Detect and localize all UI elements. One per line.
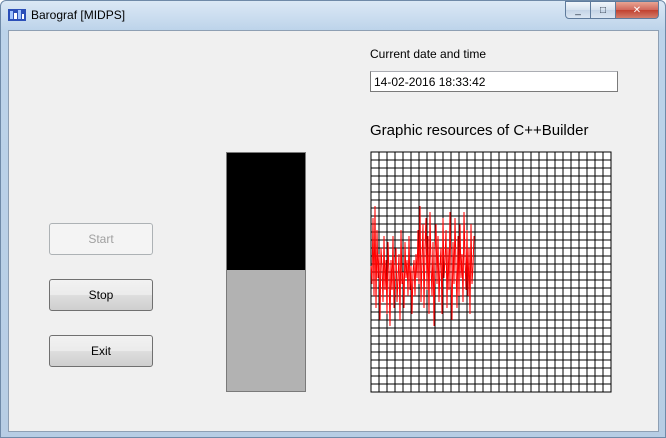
minimize-button[interactable]: _ bbox=[565, 1, 591, 19]
graphics-heading: Graphic resources of C++Builder bbox=[370, 122, 589, 139]
minimize-icon: _ bbox=[575, 4, 581, 16]
datetime-label: Current date and time bbox=[370, 47, 487, 61]
exit-button[interactable]: Exit bbox=[49, 335, 153, 367]
graph-canvas bbox=[370, 151, 612, 393]
app-window: Barograf [MIDPS] _ □ ✕ Start Stop Exit C… bbox=[0, 0, 666, 438]
pressure-gauge-bar bbox=[226, 152, 306, 392]
start-button-label: Start bbox=[88, 232, 114, 246]
caption-buttons: _ □ ✕ bbox=[565, 1, 659, 20]
barograph-app-icon bbox=[8, 7, 26, 22]
exit-button-label: Exit bbox=[90, 344, 111, 358]
close-button[interactable]: ✕ bbox=[616, 1, 659, 19]
title-bar[interactable]: Barograf [MIDPS] _ □ ✕ bbox=[1, 1, 665, 29]
close-icon: ✕ bbox=[632, 4, 642, 16]
stop-button-label: Stop bbox=[88, 288, 114, 302]
form-client-area: Start Stop Exit Current date and time Gr… bbox=[8, 30, 659, 432]
window-title: Barograf [MIDPS] bbox=[31, 8, 126, 22]
maximize-icon: □ bbox=[599, 4, 607, 16]
start-button[interactable]: Start bbox=[49, 223, 153, 255]
maximize-button[interactable]: □ bbox=[591, 1, 616, 19]
stop-button[interactable]: Stop bbox=[49, 279, 153, 311]
datetime-field[interactable] bbox=[370, 71, 618, 92]
gauge-fill bbox=[227, 153, 305, 270]
